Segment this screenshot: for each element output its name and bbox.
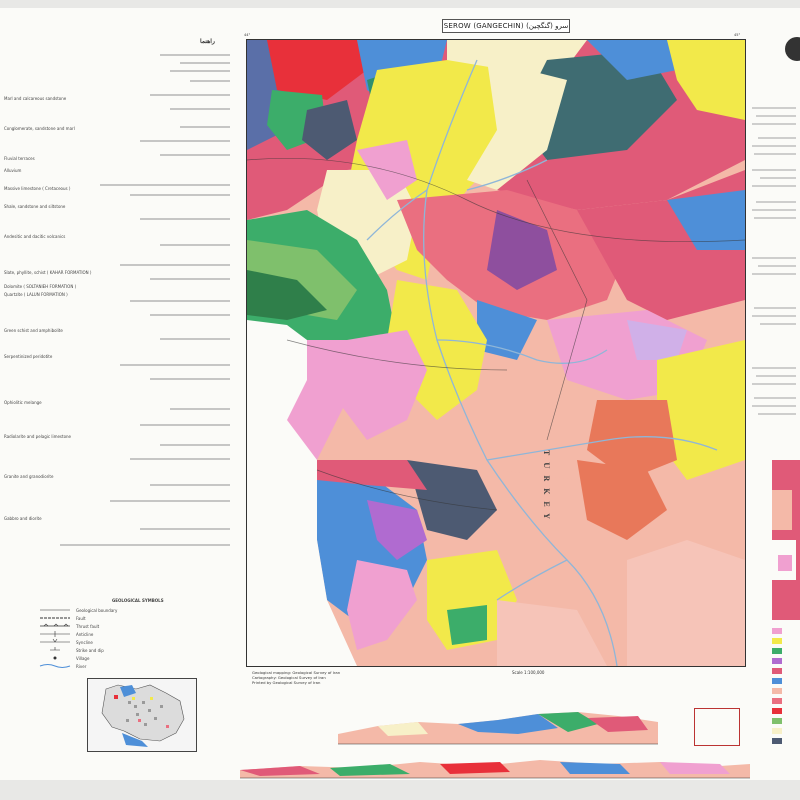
map-canvas[interactable] xyxy=(247,40,745,666)
legend-note: Shale, sandstone and siltstone xyxy=(4,204,66,209)
legend-line xyxy=(170,408,230,410)
legend-line xyxy=(120,264,230,266)
map-sheet: SEROW (GANGECHIN) سرو (گنگچین) راهنما Ma… xyxy=(0,8,800,780)
legend-line xyxy=(100,184,230,186)
right-color-legend xyxy=(770,460,800,780)
legend-line xyxy=(110,500,230,502)
approval-stamp xyxy=(694,708,740,746)
legend-line xyxy=(130,458,230,460)
credit-line: Printed by Geological Survey of Iran xyxy=(252,680,321,685)
map-title: SEROW (GANGECHIN) سرو (گنگچین) xyxy=(442,19,570,33)
legend-note: Quartzite ( LALUN FORMATION ) xyxy=(4,292,68,297)
legend-note: Andesitic and dacitic volcanics xyxy=(4,234,66,239)
legend-line xyxy=(150,94,230,96)
legend-note: Conglomerate, sandstone and marl xyxy=(4,126,75,131)
legend-line xyxy=(160,338,230,340)
legend-line xyxy=(160,244,230,246)
right-notes xyxy=(748,98,800,438)
legend-line xyxy=(160,154,230,156)
legend-line xyxy=(180,126,230,128)
legend-line xyxy=(140,140,230,142)
legend-note: Green schist and amphibolite xyxy=(4,328,63,333)
legend-note: Alluvium xyxy=(4,168,22,173)
location-inset-map xyxy=(87,678,197,752)
legend-note: Ophiolitic melange xyxy=(4,400,42,405)
legend-note: Massive limestone ( Cretaceous ) xyxy=(4,186,71,191)
symbol-glyphs xyxy=(39,609,71,668)
legend-line xyxy=(150,378,230,380)
legend-note: Granite and granodiorite xyxy=(4,474,54,479)
legend-swatches xyxy=(772,460,800,744)
legend-note: Serpentinized peridotite xyxy=(4,354,53,359)
legend-line xyxy=(140,528,230,530)
legend-line xyxy=(170,70,230,72)
legend-note: Radiolarite and pelagic limestone xyxy=(4,434,72,439)
legend-note: Marl and calcareous sandstone xyxy=(4,96,67,101)
legend-line xyxy=(150,314,230,316)
legend-heading: راهنما xyxy=(200,38,215,45)
legend-note: Dolomite ( SOLTANIEH FORMATION ) xyxy=(4,284,77,289)
geological-map[interactable]: TURKEY xyxy=(246,39,746,667)
corner-badge xyxy=(785,37,800,61)
legend-line xyxy=(60,544,230,546)
legend-line xyxy=(130,194,230,196)
coordinate-tick: 45° xyxy=(734,33,741,37)
cross-section-a xyxy=(338,704,658,746)
legend-line xyxy=(150,484,230,486)
cross-section-b-graphic xyxy=(240,760,750,779)
legend-line xyxy=(170,108,230,110)
legend-line xyxy=(150,278,230,280)
legend-line xyxy=(190,80,230,82)
cross-section-a-graphic xyxy=(338,712,658,745)
legend-line xyxy=(160,54,230,56)
coordinate-tick: 44° xyxy=(244,33,251,37)
right-notes-lines xyxy=(752,107,796,415)
legend-note: Slate, phyllite, schist ( KAHAR FORMATIO… xyxy=(4,270,92,275)
iran-outline xyxy=(88,679,196,751)
legend-line xyxy=(140,218,230,220)
country-label: TURKEY xyxy=(542,450,551,526)
legend-line xyxy=(180,62,230,64)
legend-line xyxy=(120,364,230,366)
legend-note: Fluvial terraces xyxy=(4,156,35,161)
legend-line xyxy=(130,300,230,302)
legend-line xyxy=(160,444,230,446)
legend-note: Gabbro and diorite xyxy=(4,516,42,521)
legend-column: راهنما Marl and calcareous sandstone Con… xyxy=(0,38,240,598)
map-scale: Scale 1:100,000 xyxy=(512,670,545,675)
legend-line xyxy=(140,424,230,426)
cross-section-b xyxy=(240,750,750,780)
geological-symbols: GEOLOGICAL SYMBOLS Geological boundary F… xyxy=(36,598,236,678)
